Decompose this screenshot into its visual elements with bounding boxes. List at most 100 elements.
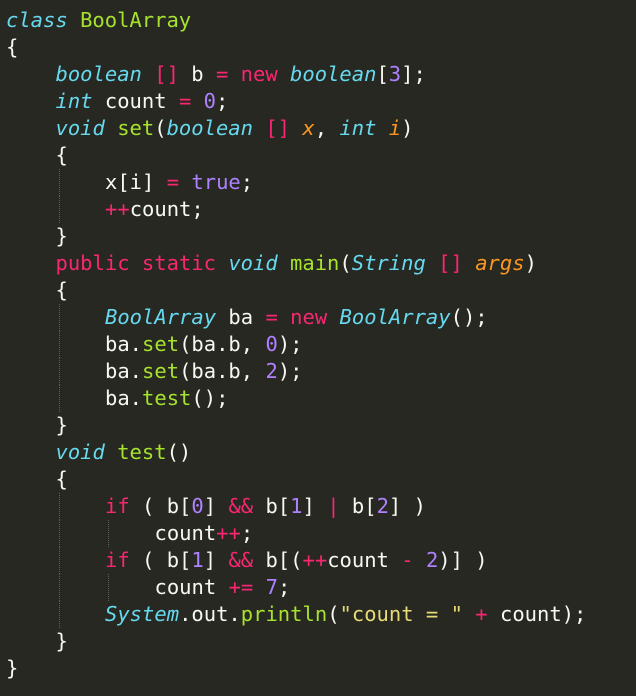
code-line[interactable]: boolean [] b = new boolean[3]; — [6, 61, 636, 88]
code-token: i — [388, 116, 402, 140]
code-token: = — [178, 89, 192, 113]
code-token: x — [302, 116, 315, 140]
code-token: new — [240, 62, 278, 86]
code-token: int — [55, 89, 93, 113]
code-line-content: ba.set(ba.b, 2); — [105, 358, 303, 385]
indent-guide — [58, 169, 60, 196]
indent-guide — [58, 574, 60, 601]
code-token: BoolArray — [105, 305, 217, 329]
code-line-content: count++; — [155, 520, 254, 547]
code-token: x[i] — [105, 170, 167, 194]
code-line[interactable]: { — [6, 277, 636, 304]
code-token: , — [314, 116, 340, 140]
code-line[interactable]: System.out.println("count = " + count); — [6, 601, 636, 628]
code-token: ba. — [105, 332, 143, 356]
code-line-content: { — [56, 466, 68, 493]
code-line-content: public static void main(String [] args) — [56, 250, 537, 277]
code-token: static — [141, 251, 216, 275]
code-line[interactable]: count += 7; — [6, 574, 636, 601]
code-token: 0 — [203, 89, 216, 113]
code-token: b[( — [253, 548, 303, 572]
code-token: ); — [277, 359, 303, 383]
code-line[interactable]: int count = 0; — [6, 88, 636, 115]
code-token: ); — [277, 332, 303, 356]
code-token: ; — [240, 521, 254, 545]
code-token: { — [55, 278, 68, 302]
code-token: count — [327, 548, 402, 572]
code-line-content: } — [56, 412, 68, 439]
code-line[interactable]: if ( b[1] && b[(++count - 2)] ) — [6, 547, 636, 574]
code-token: true — [191, 170, 241, 194]
indent-guide — [58, 601, 60, 628]
code-line-content: count += 7; — [155, 574, 291, 601]
code-token: println — [240, 602, 328, 626]
code-line-content: System.out.println("count = " + count); — [105, 601, 586, 628]
code-line-content: if ( b[1] && b[(++count - 2)] ) — [105, 547, 488, 574]
code-token: 0 — [191, 494, 204, 518]
code-token: String — [351, 251, 426, 275]
indent-guide — [58, 493, 60, 520]
indent-guide — [58, 385, 60, 412]
code-line[interactable]: public static void main(String [] args) — [6, 250, 636, 277]
code-token: ) — [401, 116, 414, 140]
code-line[interactable]: ba.set(ba.b, 2); — [6, 358, 636, 385]
code-token: void — [55, 440, 105, 464]
code-line[interactable]: class BoolArray — [6, 7, 636, 34]
code-line[interactable]: } — [6, 223, 636, 250]
code-line[interactable]: { — [6, 466, 636, 493]
code-token: ( — [339, 251, 352, 275]
code-line[interactable]: void set(boolean [] x, int i) — [6, 115, 636, 142]
code-token: ++ — [105, 197, 130, 221]
code-line[interactable]: } — [6, 628, 636, 655]
code-token: = — [265, 305, 278, 329]
code-line[interactable]: if ( b[0] && b[1] | b[2] ) — [6, 493, 636, 520]
code-line[interactable]: ba.test(); — [6, 385, 636, 412]
code-line-content: } — [56, 628, 68, 655]
code-token: ] — [302, 494, 328, 518]
code-line-content: ba.set(ba.b, 0); — [105, 331, 303, 358]
code-token: System — [105, 602, 180, 626]
code-line[interactable]: ba.set(ba.b, 0); — [6, 331, 636, 358]
code-line-content: { — [56, 277, 68, 304]
code-token: && — [228, 494, 254, 518]
code-token: } — [6, 656, 19, 680]
code-token: ba — [216, 305, 266, 329]
code-line-content: } — [6, 655, 18, 682]
code-line[interactable]: { — [6, 34, 636, 61]
code-token: ba. — [105, 386, 143, 410]
code-token: = — [215, 62, 229, 86]
code-line[interactable]: count++; — [6, 520, 636, 547]
code-token: } — [55, 629, 68, 653]
code-token: 2 — [265, 359, 278, 383]
code-line[interactable]: x[i] = true; — [6, 169, 636, 196]
code-editor[interactable]: class BoolArray{boolean [] b = new boole… — [6, 7, 636, 696]
code-line-content: ba.test(); — [105, 385, 228, 412]
code-line[interactable]: BoolArray ba = new BoolArray(); — [6, 304, 636, 331]
code-line[interactable]: ++count; — [6, 196, 636, 223]
code-line[interactable]: } — [6, 655, 636, 682]
code-token: args — [475, 251, 525, 275]
code-token: 1 — [191, 548, 204, 572]
code-token: b[ — [339, 494, 377, 518]
code-token: void — [228, 251, 278, 275]
code-line[interactable]: void test() — [6, 439, 636, 466]
code-token: )] ) — [438, 548, 488, 572]
code-token: count — [92, 89, 179, 113]
code-token: test — [142, 386, 192, 410]
code-token: BoolArray — [80, 8, 192, 32]
code-line[interactable]: } — [6, 412, 636, 439]
code-token: [ — [376, 62, 389, 86]
indent-guide — [58, 547, 60, 574]
code-token: && — [228, 548, 254, 572]
code-token: [] — [265, 116, 291, 140]
code-line[interactable]: { — [6, 142, 636, 169]
